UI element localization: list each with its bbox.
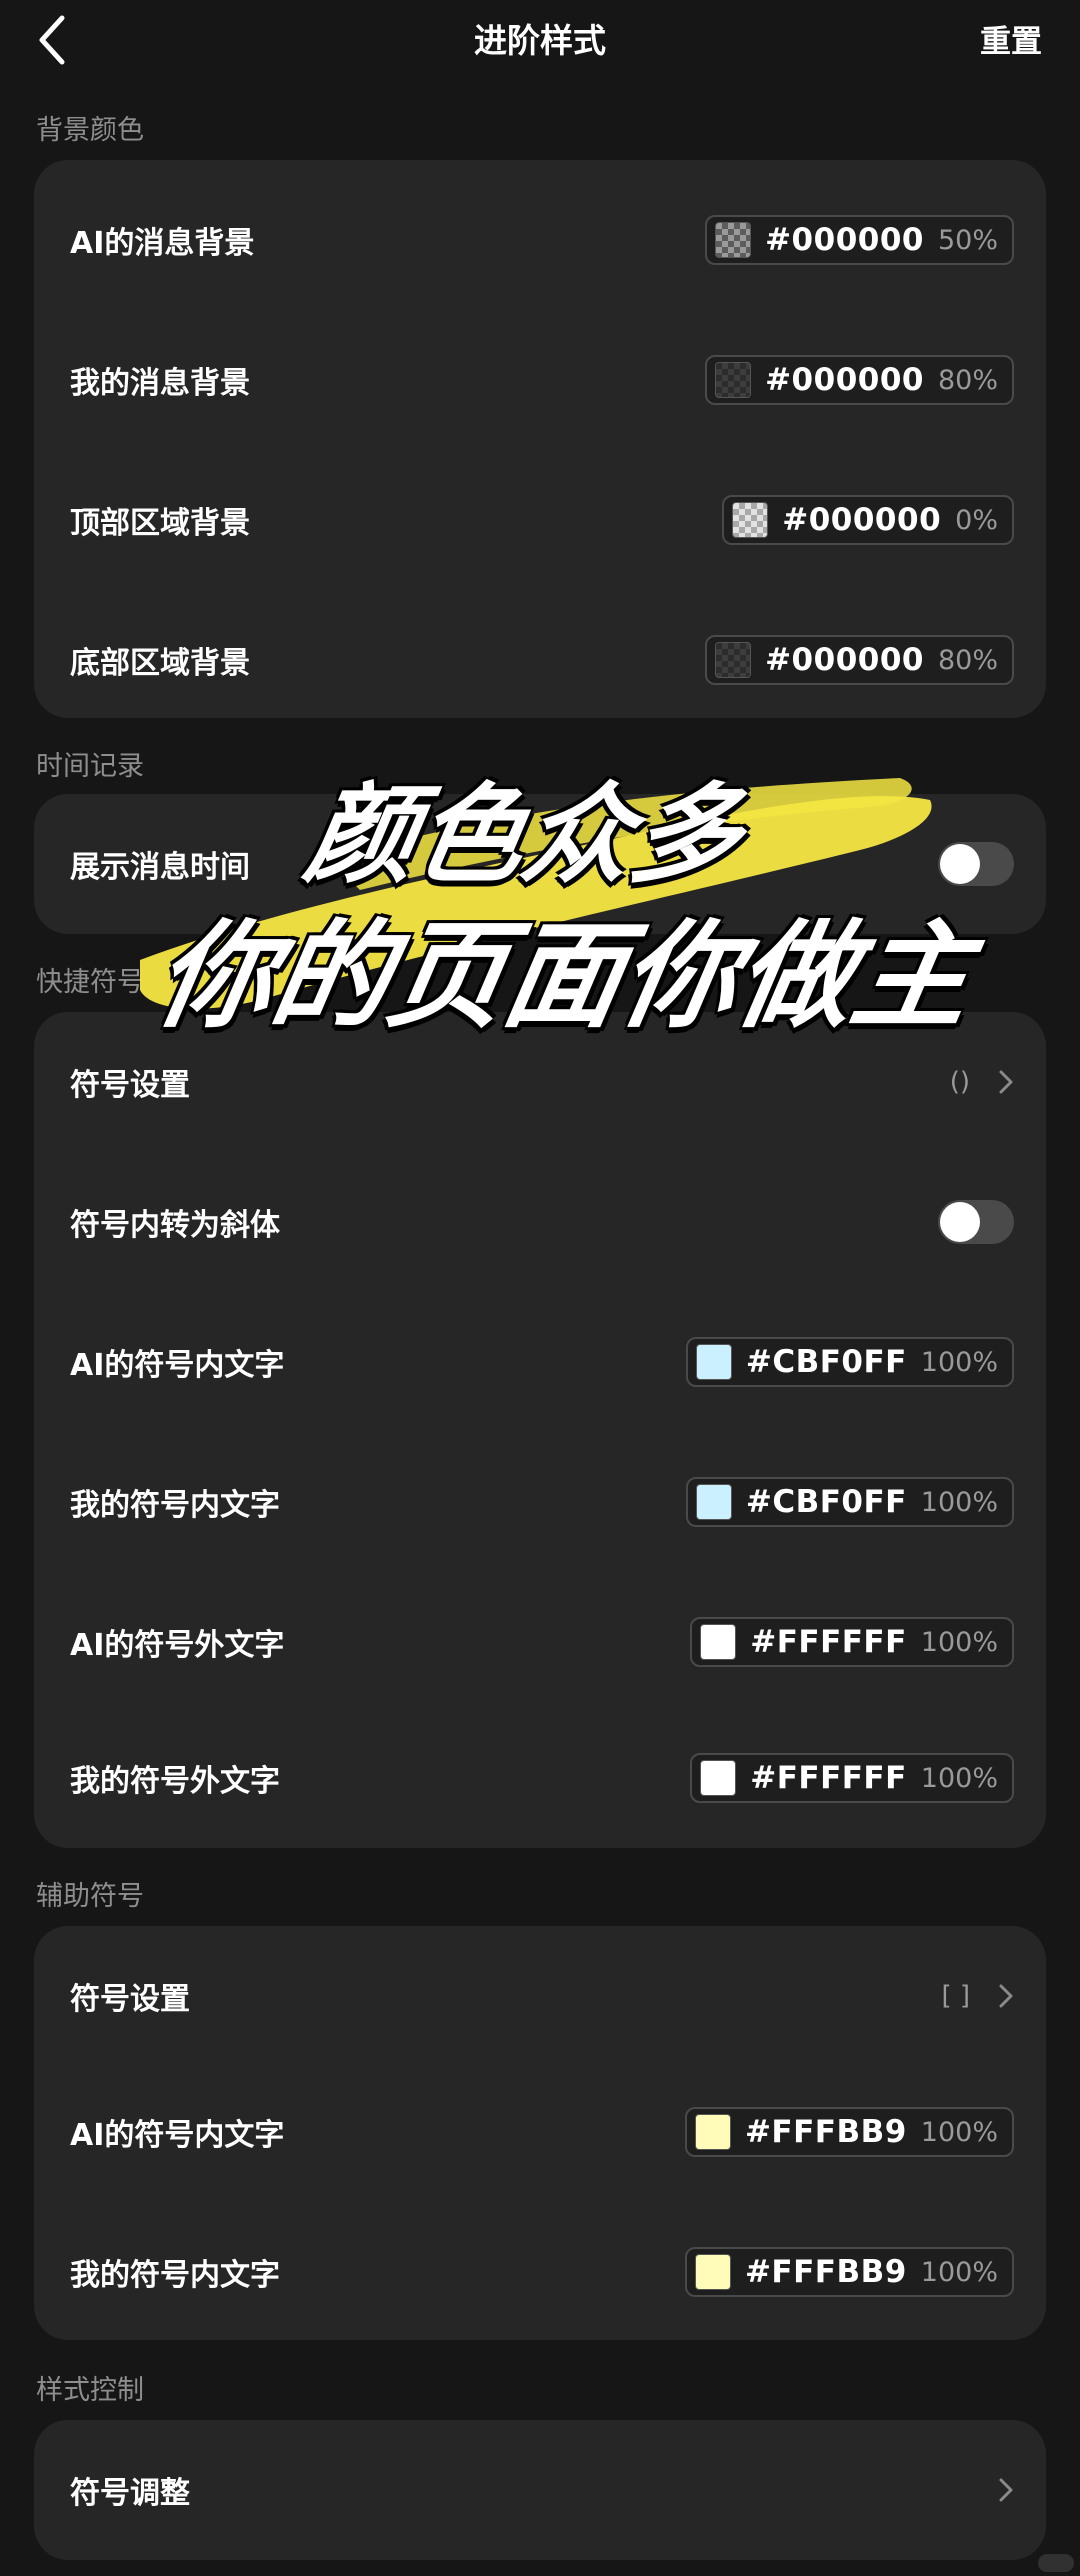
row-label: 符号设置 xyxy=(70,1982,190,2017)
italic-toggle[interactable] xyxy=(938,1200,1014,1244)
toggle-knob xyxy=(940,844,980,884)
opacity-value: 100% xyxy=(920,1626,998,1658)
section-title-quick-symbols: 快捷符号 xyxy=(36,967,144,998)
chevron-right-icon xyxy=(999,2478,1013,2502)
opacity-value: 50% xyxy=(937,224,998,256)
opacity-value: 100% xyxy=(920,2256,998,2288)
section-title-aux-symbols: 辅助符号 xyxy=(36,1881,144,1912)
hex-value: #000000 xyxy=(765,222,924,258)
opacity-value: 100% xyxy=(920,2116,998,2148)
aux-symbol-settings-row[interactable]: 符号设置 [ ] xyxy=(34,1926,1046,2066)
hex-value: #FFFFFF xyxy=(750,1624,907,1660)
color-swatch xyxy=(695,1344,732,1380)
color-picker-pill[interactable]: #000000 80% xyxy=(705,635,1014,685)
my-inner-text-row[interactable]: 我的符号内文字 #CBF0FF 100% xyxy=(34,1432,1046,1572)
italic-in-symbol-row: 符号内转为斜体 xyxy=(34,1152,1046,1292)
chevron-right-icon xyxy=(999,1984,1013,2008)
aux-ai-inner-text-row[interactable]: AI的符号内文字 #FFFBB9 100% xyxy=(34,2062,1046,2202)
opacity-value: 0% xyxy=(955,504,998,536)
opacity-value: 80% xyxy=(937,364,998,396)
symbol-value: [ ] xyxy=(941,1981,970,2011)
color-swatch xyxy=(700,1760,737,1796)
aux-symbols-card: 符号设置 [ ] AI的符号内文字 #FFFBB9 100% 我的符号内文字 #… xyxy=(34,1926,1046,2340)
row-label: AI的符号内文字 xyxy=(70,1348,285,1383)
color-picker-pill[interactable]: #CBF0FF 100% xyxy=(685,1337,1014,1387)
color-picker-pill[interactable]: #000000 50% xyxy=(705,215,1014,265)
header: 进阶样式 重置 xyxy=(0,0,1080,80)
row-label: 符号内转为斜体 xyxy=(70,1208,280,1243)
reset-button[interactable]: 重置 xyxy=(980,16,1042,61)
toggle-knob xyxy=(940,1202,980,1242)
ai-inner-text-row[interactable]: AI的符号内文字 #CBF0FF 100% xyxy=(34,1292,1046,1432)
row-label: AI的符号内文字 xyxy=(70,2118,285,2153)
row-label: 顶部区域背景 xyxy=(70,506,250,541)
hex-value: #FFFBB9 xyxy=(744,2254,907,2290)
symbol-adjust-row[interactable]: 符号调整 xyxy=(34,2420,1046,2560)
color-swatch xyxy=(694,2254,731,2290)
background-color-card: AI的消息背景 #000000 50% 我的消息背景 #000000 80% 顶… xyxy=(34,160,1046,718)
show-time-toggle[interactable] xyxy=(938,842,1014,886)
aux-my-inner-text-row[interactable]: 我的符号内文字 #FFFBB9 100% xyxy=(34,2202,1046,2342)
opacity-value: 100% xyxy=(920,1486,998,1518)
ai-outer-text-row[interactable]: AI的符号外文字 #FFFFFF 100% xyxy=(34,1572,1046,1712)
hex-value: #CBF0FF xyxy=(745,1484,907,1520)
color-picker-pill[interactable]: #000000 80% xyxy=(705,355,1014,405)
section-title-time: 时间记录 xyxy=(36,751,144,782)
color-picker-pill[interactable]: #FFFBB9 100% xyxy=(684,2247,1014,2297)
color-picker-pill[interactable]: #FFFBB9 100% xyxy=(684,2107,1014,2157)
section-title-style-control: 样式控制 xyxy=(36,2375,144,2406)
row-label: 符号调整 xyxy=(70,2476,190,2511)
opacity-value: 100% xyxy=(920,1762,998,1794)
my-outer-text-row[interactable]: 我的符号外文字 #FFFFFF 100% xyxy=(34,1708,1046,1848)
color-swatch xyxy=(715,222,752,258)
top-area-bg-row[interactable]: 顶部区域背景 #000000 0% xyxy=(34,450,1046,590)
show-message-time-row: 展示消息时间 xyxy=(34,794,1046,934)
color-swatch xyxy=(715,642,752,678)
hex-value: #FFFBB9 xyxy=(744,2114,907,2150)
page-title: 进阶样式 xyxy=(474,21,606,60)
hex-value: #000000 xyxy=(782,502,942,538)
row-label: 底部区域背景 xyxy=(70,646,250,681)
quick-symbols-card: 符号设置 () 符号内转为斜体 AI的符号内文字 #CBF0FF 100% 我的… xyxy=(34,1012,1046,1848)
color-swatch xyxy=(732,502,769,538)
section-title-background: 背景颜色 xyxy=(36,115,144,146)
symbol-value: () xyxy=(949,1067,970,1097)
opacity-value: 100% xyxy=(920,1346,998,1378)
hex-value: #000000 xyxy=(765,642,924,678)
row-label: 我的符号外文字 xyxy=(70,1764,280,1799)
opacity-value: 80% xyxy=(937,644,998,676)
row-label: 我的符号内文字 xyxy=(70,1488,280,1523)
color-swatch xyxy=(715,362,752,398)
color-swatch xyxy=(694,2114,731,2150)
color-swatch xyxy=(700,1624,737,1660)
color-picker-pill[interactable]: #000000 0% xyxy=(722,495,1014,545)
ai-message-bg-row[interactable]: AI的消息背景 #000000 50% xyxy=(34,170,1046,310)
color-swatch xyxy=(695,1484,732,1520)
row-label: 我的消息背景 xyxy=(70,366,250,401)
hex-value: #FFFFFF xyxy=(750,1760,907,1796)
hex-value: #CBF0FF xyxy=(745,1344,907,1380)
my-message-bg-row[interactable]: 我的消息背景 #000000 80% xyxy=(34,310,1046,450)
hex-value: #000000 xyxy=(765,362,924,398)
style-control-card: 符号调整 xyxy=(34,2420,1046,2560)
watermark-badge xyxy=(1038,2554,1074,2572)
time-record-card: 展示消息时间 xyxy=(34,794,1046,934)
row-label: AI的消息背景 xyxy=(70,226,255,261)
color-picker-pill[interactable]: #CBF0FF 100% xyxy=(685,1477,1014,1527)
row-label: 我的符号内文字 xyxy=(70,2258,280,2293)
row-label: 展示消息时间 xyxy=(70,850,250,885)
row-label: 符号设置 xyxy=(70,1068,190,1103)
row-label: AI的符号外文字 xyxy=(70,1628,285,1663)
color-picker-pill[interactable]: #FFFFFF 100% xyxy=(690,1617,1014,1667)
color-picker-pill[interactable]: #FFFFFF 100% xyxy=(690,1753,1014,1803)
bottom-area-bg-row[interactable]: 底部区域背景 #000000 80% xyxy=(34,590,1046,730)
chevron-right-icon xyxy=(999,1070,1013,1094)
symbol-settings-row[interactable]: 符号设置 () xyxy=(34,1012,1046,1152)
